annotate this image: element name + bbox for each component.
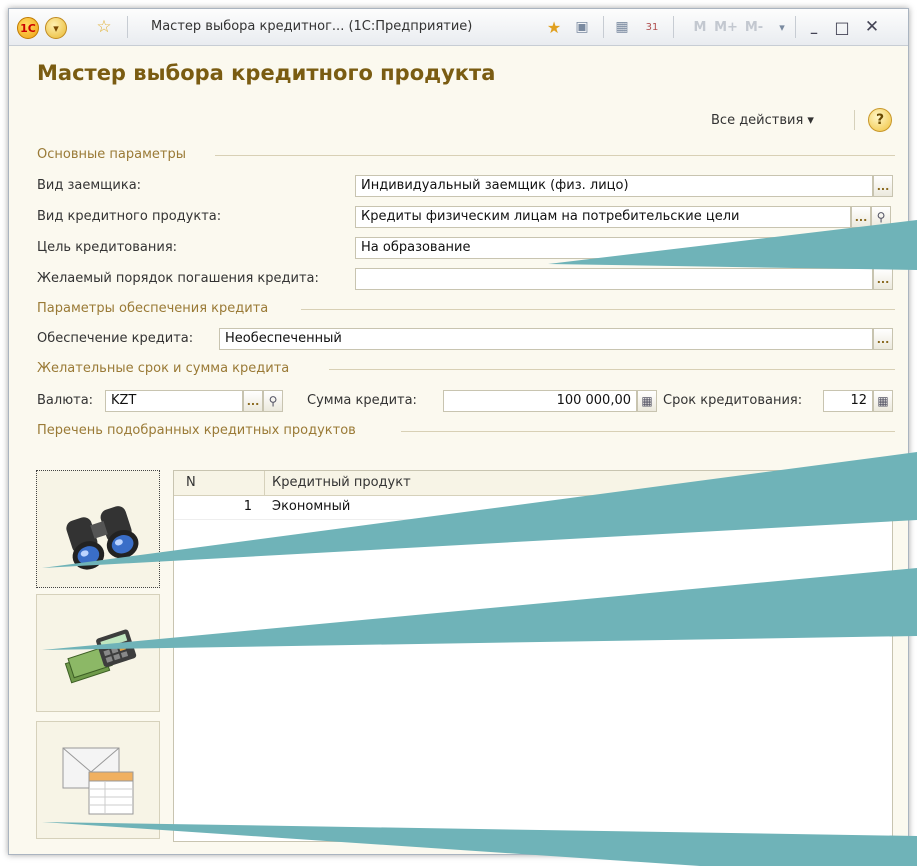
purpose-field[interactable]: На образование <box>355 237 893 259</box>
app-logo-icon[interactable]: 1С <box>17 17 39 39</box>
security-label: Обеспечение кредита: <box>37 331 194 346</box>
memory-mplus-button[interactable]: M+ <box>714 16 738 38</box>
main-window: 1С ▾ ☆ Мастер выбора кредитног... (1С:Пр… <box>8 8 909 855</box>
mail-report-icon <box>62 747 134 815</box>
page-title: Мастер выбора кредитного продукта <box>37 61 496 85</box>
purpose-label: Цель кредитования: <box>37 240 178 255</box>
borrower-type-label: Вид заемщика: <box>37 178 142 193</box>
menu-dropdown-icon[interactable]: ▾ <box>45 17 67 39</box>
section-line <box>401 431 895 432</box>
section-term-amount: Желательные срок и сумма кредита <box>37 361 290 376</box>
cell-product: Экономный <box>272 499 351 514</box>
currency-search-icon[interactable]: ⚲ <box>263 390 283 412</box>
section-product-list: Перечень подобранных кредитных продуктов <box>37 423 356 438</box>
search-products-button[interactable] <box>36 470 160 588</box>
title-separator <box>603 16 604 38</box>
title-separator <box>795 16 796 38</box>
repayment-label: Желаемый порядок погашения кредита: <box>37 271 319 286</box>
favorite-star-icon[interactable]: ☆ <box>93 16 115 38</box>
currency-label: Валюта: <box>37 393 94 408</box>
title-separator <box>127 16 128 38</box>
memory-m-button[interactable]: M <box>689 16 711 38</box>
column-header-n[interactable]: N <box>186 475 196 490</box>
calculator-icon[interactable]: ▦ <box>611 16 633 38</box>
column-separator <box>264 471 265 495</box>
section-line <box>301 309 895 310</box>
term-field[interactable]: 12 <box>823 390 873 412</box>
amount-label: Сумма кредита: <box>307 393 417 408</box>
term-calculator-icon[interactable]: ▦ <box>873 390 893 412</box>
maximize-icon[interactable]: □ <box>831 16 853 38</box>
window-menu-icon[interactable]: ▾ <box>771 16 793 38</box>
amount-field[interactable]: 100 000,00 <box>443 390 637 412</box>
amount-calculator-icon[interactable]: ▦ <box>637 390 657 412</box>
section-line <box>329 369 895 370</box>
security-select-button[interactable]: ... <box>873 328 893 350</box>
table-header: N Кредитный продукт <box>174 471 892 496</box>
security-field[interactable]: Необеспеченный <box>219 328 873 350</box>
product-type-search-icon[interactable]: ⚲ <box>871 206 891 228</box>
title-bar: 1С ▾ ☆ Мастер выбора кредитног... (1С:Пр… <box>9 9 908 46</box>
section-line <box>215 155 895 156</box>
section-security-params: Параметры обеспечения кредита <box>37 301 269 316</box>
help-icon[interactable]: ? <box>868 108 892 132</box>
currency-select-button[interactable]: ... <box>243 390 263 412</box>
products-table[interactable]: N Кредитный продукт 1 Экономный <box>173 470 893 842</box>
product-type-select-button[interactable]: ... <box>851 206 871 228</box>
term-label: Срок кредитования: <box>663 393 803 408</box>
currency-field[interactable]: KZT <box>105 390 243 412</box>
calculate-payments-button[interactable] <box>36 594 160 712</box>
bookmark-icon[interactable]: ▣ <box>571 16 593 38</box>
all-actions-menu[interactable]: Все действия ▾ <box>711 113 814 128</box>
repayment-field[interactable] <box>355 268 873 290</box>
borrower-type-select-button[interactable]: ... <box>873 175 893 197</box>
section-main-params: Основные параметры <box>37 147 186 162</box>
binoculars-icon <box>66 506 139 570</box>
repayment-select-button[interactable]: ... <box>873 268 893 290</box>
send-report-button[interactable] <box>36 721 160 839</box>
add-favorite-icon[interactable]: ★ <box>543 16 565 38</box>
window-title: Мастер выбора кредитног... (1С:Предприят… <box>151 19 473 34</box>
calendar-icon[interactable]: 31 <box>641 16 663 38</box>
borrower-type-field[interactable]: Индивидуальный заемщик (физ. лицо) <box>355 175 873 197</box>
column-header-product[interactable]: Кредитный продукт <box>272 475 411 490</box>
product-type-label: Вид кредитного продукта: <box>37 209 222 224</box>
cell-n: 1 <box>243 499 252 514</box>
minimize-icon[interactable]: _ <box>803 16 825 38</box>
money-calculator-icon <box>64 629 137 684</box>
actions-divider <box>854 110 855 130</box>
title-separator <box>673 16 674 38</box>
memory-mminus-button[interactable]: M- <box>743 16 765 38</box>
close-icon[interactable]: ✕ <box>861 16 883 38</box>
product-type-field[interactable]: Кредиты физическим лицам на потребительс… <box>355 206 851 228</box>
table-row[interactable]: 1 Экономный <box>174 496 892 520</box>
